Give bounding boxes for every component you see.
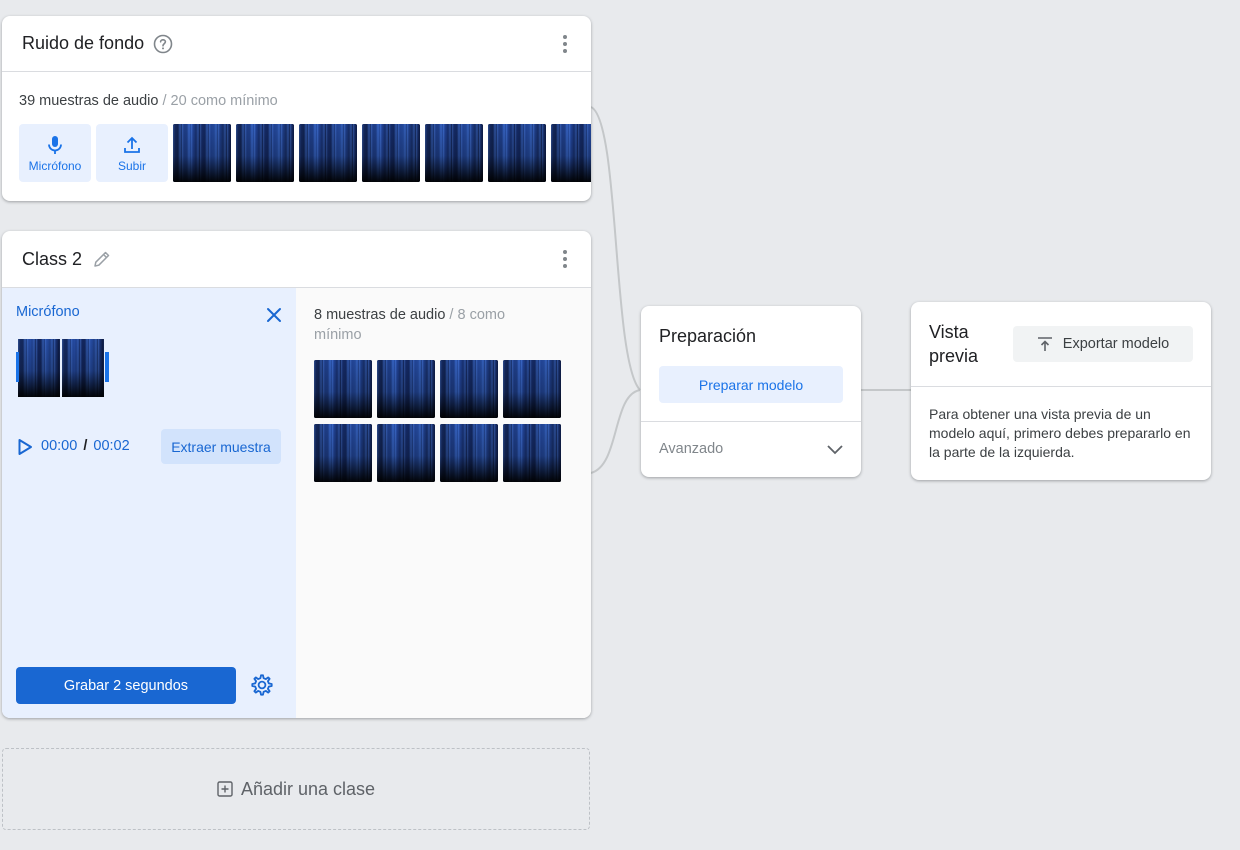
advanced-label: Avanzado [659,441,724,457]
sample-minimum: / 20 como mínimo [162,93,278,109]
class-title[interactable]: Class 2 [22,249,82,270]
sample-count: 8 muestras de audio [314,307,446,323]
export-icon [1037,337,1052,351]
train-model-button[interactable]: Preparar modelo [659,366,843,403]
kebab-menu-icon[interactable] [563,250,567,268]
class-samples-panel: 8 muestras de audio / 8 como mínimo [296,288,591,718]
recording-waveform[interactable] [16,339,110,397]
preview-title: Vista previa [929,322,979,366]
close-icon[interactable] [266,307,282,323]
card-header: Ruido de fondo [2,16,591,72]
time-separator: / [83,438,88,454]
upload-button-label: Subir [117,159,146,173]
preview-card: Vista previa Exportar modelo Para obtene… [911,302,1211,480]
background-noise-card: Ruido de fondo 39 muestras de audio / 20… [2,16,591,201]
audio-sample-thumbnail[interactable] [236,124,294,182]
upload-icon [124,136,140,153]
upload-button[interactable]: Subir [96,124,168,182]
audio-sample-thumbnail[interactable] [377,360,435,418]
sample-count-text: 8 muestras de audio / 8 como mínimo [314,305,554,345]
microphone-button[interactable]: Micrófono [19,124,91,182]
recording-spectrogram-segment [62,339,104,397]
audio-sample-thumbnail[interactable] [440,424,498,482]
export-model-label: Exportar modelo [1062,336,1170,352]
audio-sample-thumbnail[interactable] [551,124,591,182]
play-icon[interactable] [17,438,33,456]
class-title: Ruido de fondo [22,33,145,53]
connector-class2-to-training [590,389,641,474]
help-icon[interactable] [153,34,173,54]
playback-time: 00:00 / 00:02 [41,438,130,454]
audio-sample-thumbnail[interactable] [503,360,561,418]
microphone-button-label: Micrófono [28,159,82,173]
recording-spectrogram-segment [18,339,60,397]
training-title: Preparación [659,326,757,346]
audio-sample-thumbnail[interactable] [488,124,546,182]
card-header: Class 2 [2,231,591,288]
audio-sample-thumbnail[interactable] [362,124,420,182]
pencil-icon[interactable] [92,249,112,269]
time-total: 00:02 [93,438,130,454]
sample-count: 39 muestras de audio [19,93,159,109]
training-card: Preparación Preparar modelo Avanzado [641,306,861,477]
class-2-card: Class 2 Micrófono 00:00 / 00:02 Extraer … [2,231,591,718]
preview-message: Para obtener una vista previa de un mode… [929,406,1191,460]
audio-sample-thumbnail[interactable] [299,124,357,182]
audio-sample-thumbnail[interactable] [314,360,372,418]
advanced-expander[interactable]: Avanzado [641,422,861,477]
add-class-button[interactable]: Añadir una clase [2,748,590,830]
divider [911,386,1211,387]
audio-sample-thumbnail[interactable] [173,124,231,182]
add-box-icon [217,781,233,797]
trim-handle-right[interactable] [105,352,109,382]
kebab-menu-icon[interactable] [563,34,567,53]
chevron-down-icon [827,445,843,455]
audio-sample-thumbnail[interactable] [377,424,435,482]
time-current: 00:00 [41,438,78,454]
extract-sample-button[interactable]: Extraer muestra [161,429,281,464]
trim-handle-left[interactable] [16,352,19,382]
audio-sample-thumbnail[interactable] [314,424,372,482]
export-model-button[interactable]: Exportar modelo [1013,326,1193,362]
add-class-label: Añadir una clase [240,778,376,799]
connector-background-to-training [590,106,641,391]
microphone-panel-title: Micrófono [16,304,80,320]
audio-sample-thumbnail[interactable] [503,424,561,482]
record-button[interactable]: Grabar 2 segundos [16,667,236,704]
sample-count-text: 39 muestras de audio / 20 como mínimo [19,93,278,109]
settings-gear-icon[interactable] [250,673,274,697]
microphone-panel: Micrófono 00:00 / 00:02 Extraer muestra … [2,288,296,718]
audio-sample-thumbnail[interactable] [440,360,498,418]
microphone-icon [48,136,62,154]
audio-sample-thumbnail[interactable] [425,124,483,182]
